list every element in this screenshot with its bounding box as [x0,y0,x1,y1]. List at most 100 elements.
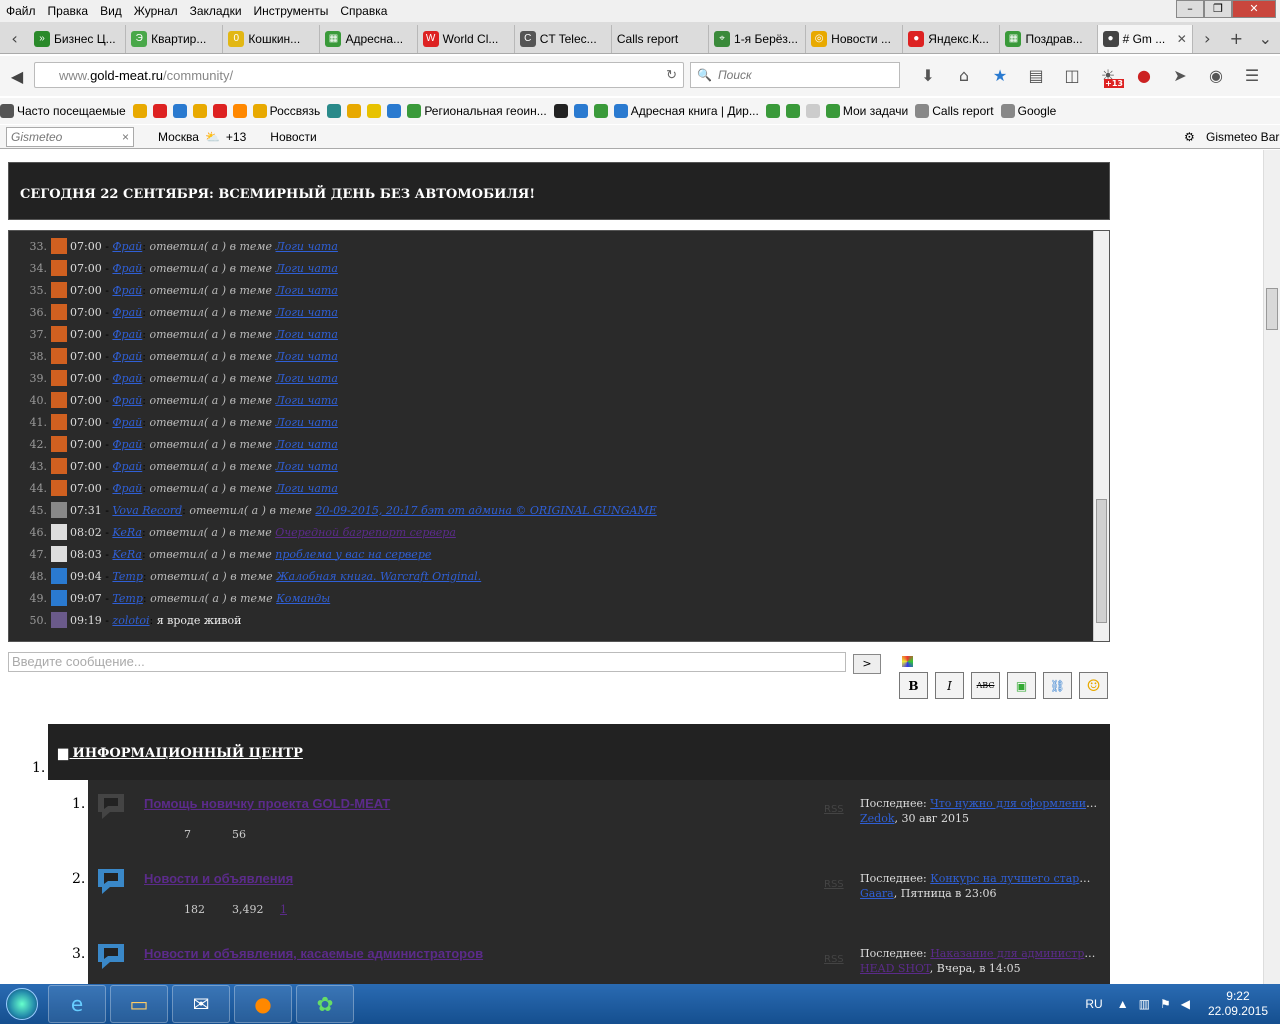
browser-tab[interactable]: Э Квартир... [126,25,224,53]
chat-topic-link[interactable]: Логи чата [276,306,338,319]
italic-button[interactable]: I [935,672,964,699]
bookmark-item[interactable]: Адресная книга | Дир... [613,104,759,118]
browser-tab[interactable]: ▦ Поздрав... [1000,25,1098,53]
menu-item-4[interactable]: Закладки [184,1,248,21]
bookmark-icon[interactable] [132,104,147,118]
rss-icon[interactable]: RSS [824,954,844,965]
browser-tab[interactable]: » Бизнес Ц... [29,25,127,53]
chat-username[interactable]: Temp [112,570,142,583]
forum-title-link[interactable]: Новости и объявления, касаемые администр… [144,946,483,961]
page-scroll-thumb[interactable] [1266,288,1278,330]
bookmark-icon[interactable] [553,104,568,118]
avatar[interactable] [51,458,67,474]
chat-topic-link[interactable]: Логи чата [276,240,338,253]
avatar[interactable] [51,480,67,496]
bookmark-icon[interactable] [152,104,167,118]
chat-topic-link[interactable]: Логи чата [276,284,338,297]
close-window-button[interactable]: ✕ [1232,0,1276,18]
start-button[interactable] [0,984,44,1024]
back-button[interactable]: ◀ [0,61,34,91]
chat-topic-link[interactable]: Логи чата [276,328,338,341]
bookmark-item[interactable]: Calls report [915,104,994,118]
link-button[interactable]: ⛓ [1043,672,1072,699]
firefox-taskbar-icon[interactable]: ● [234,985,292,1023]
browser-tab[interactable]: 0 Кошкин... [223,25,321,53]
tab-close-icon[interactable]: ✕ [1177,32,1187,46]
rss-icon[interactable]: RSS [824,804,844,815]
chat-username[interactable]: Фрай [112,372,142,385]
network-icon[interactable]: ▥ [1139,997,1150,1011]
avatar[interactable] [51,414,67,430]
chat-username[interactable]: Фрай [112,306,142,319]
bookmark-icon[interactable] [573,104,588,118]
page-scrollbar[interactable] [1263,150,1280,984]
avatar[interactable] [51,370,67,386]
bookmark-icon[interactable] [805,104,820,118]
avatar[interactable] [51,238,67,254]
chat-username[interactable]: zolotoi [112,614,149,627]
maximize-button[interactable]: ❐ [1204,0,1232,18]
chat-username[interactable]: Фрай [112,262,142,275]
action-center-icon[interactable]: ⚑ [1160,997,1171,1011]
menu-item-1[interactable]: Правка [42,1,95,21]
bookmark-item[interactable]: Россвязь [252,104,320,118]
chat-username[interactable]: Фрай [112,460,142,473]
bookmark-icon[interactable] [212,104,227,118]
last-post-topic-link[interactable]: Что нужно для оформления ... [930,797,1100,810]
avatar[interactable] [51,326,67,342]
chat-topic-link[interactable]: 20-09-2015, 20:17 бэт от админа © ORIGIN… [315,504,656,517]
color-picker-icon[interactable] [902,656,913,667]
tray-arrow-icon[interactable]: ▲ [1117,997,1129,1011]
explorer-taskbar-icon[interactable]: ▭ [110,985,168,1023]
chat-username[interactable]: Vova Record [112,504,182,517]
home-icon[interactable]: ⌂ [946,62,982,88]
chat-topic-link[interactable]: Логи чата [276,350,338,363]
gear-icon[interactable]: ⚙ [1184,130,1195,144]
gismeteo-bar-label[interactable]: Gismeteo Bar [1206,130,1279,144]
chat-topic-link[interactable]: Логи чата [276,482,338,495]
bookmark-item[interactable]: Мои задачи [825,104,908,118]
bold-button[interactable]: B [899,672,928,699]
hamburger-menu-icon[interactable]: ☰ [1234,62,1270,88]
chat-icon[interactable]: ◉ [1198,62,1234,88]
bookmark-star-icon[interactable]: ★ [982,62,1018,88]
last-post-topic-link[interactable]: Наказание для администрат... [930,947,1100,960]
chat-username[interactable]: Фрай [112,350,142,363]
menu-item-2[interactable]: Вид [94,1,128,21]
browser-tab[interactable]: ◎ Новости ... [806,25,904,53]
gismeteo-news[interactable]: Новости [270,130,316,144]
bookmark-icon[interactable] [232,104,247,118]
url-bar[interactable]: www. gold-meat.ru/community/ ↻ [34,62,684,88]
smiley-button[interactable]: ☺ [1079,672,1108,699]
volume-icon[interactable]: ◀ [1181,997,1190,1011]
bookmark-item[interactable]: Часто посещаемые [0,104,126,118]
bookmark-icon[interactable] [347,104,362,118]
browser-tab[interactable]: ⌖ 1-я Берёз... [709,25,807,53]
image-button[interactable]: ▣ [1007,672,1036,699]
menu-item-0[interactable]: Файл [0,1,42,21]
chat-topic-link[interactable]: Жалобная книга. Warcraft Original. [276,570,481,583]
bookmark-icon[interactable] [172,104,187,118]
bookmark-icon[interactable] [387,104,402,118]
bookmark-icon[interactable] [327,104,342,118]
chat-username[interactable]: Фрай [112,394,142,407]
browser-tab[interactable]: Calls report [612,25,710,53]
chat-username[interactable]: Фрай [112,482,142,495]
browser-tab[interactable]: ▦ Адресна... [320,25,418,53]
chat-topic-link[interactable]: проблема у вас на сервере [275,548,431,561]
avatar[interactable] [51,260,67,276]
last-post-user-link[interactable]: Zedok [860,812,894,825]
chat-username[interactable]: Фрай [112,416,142,429]
send-button[interactable]: > [853,654,881,674]
avatar[interactable] [51,348,67,364]
avatar[interactable] [51,392,67,408]
bookmark-icon[interactable] [192,104,207,118]
browser-tab[interactable]: C CT Telec... [515,25,612,53]
chat-topic-link[interactable]: Логи чата [276,416,338,429]
chat-message-input[interactable]: Введите сообщение... [8,652,846,672]
avatar[interactable] [51,546,67,562]
avatar[interactable] [51,436,67,452]
bookmark-icon[interactable] [785,104,800,118]
chat-username[interactable]: Фрай [112,240,142,253]
bookmark-icon[interactable] [367,104,382,118]
